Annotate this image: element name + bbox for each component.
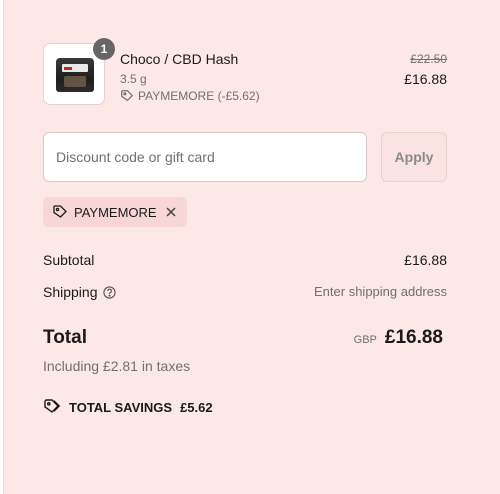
- tax-note: Including £2.81 in taxes: [43, 358, 191, 374]
- tags-icon: [44, 399, 61, 413]
- quantity-badge: 1: [93, 38, 115, 60]
- remove-discount-icon[interactable]: [164, 205, 178, 219]
- original-price: £22.50: [410, 52, 447, 66]
- total-value: £16.88: [384, 327, 443, 348]
- line-item: 1 Choco / CBD Hash 3.5 g PAYMEMORE (-£5.…: [43, 38, 447, 109]
- product-thumbnail: 1: [43, 38, 115, 105]
- applied-discount-code: PAYMEMORE: [74, 204, 157, 220]
- subtotal-row: Subtotal £16.88: [43, 252, 447, 268]
- subtotal-label: Subtotal: [43, 252, 95, 268]
- line-price: £16.88: [404, 71, 447, 87]
- total-amount: GBP £16.88: [354, 327, 443, 349]
- savings-label: TOTAL SAVINGS: [69, 399, 173, 415]
- currency-code: GBP: [353, 334, 377, 346]
- line-discount: PAYMEMORE (-£5.62): [120, 89, 260, 103]
- shipping-label: Shipping: [43, 284, 98, 300]
- total-savings: TOTAL SAVINGS £5.62: [43, 398, 213, 416]
- apply-button[interactable]: Apply: [381, 132, 447, 182]
- tag-icon: [121, 90, 134, 102]
- savings-value: £5.62: [180, 399, 213, 415]
- applied-discount-chip: PAYMEMORE: [43, 197, 187, 227]
- subtotal-value: £16.88: [404, 252, 447, 268]
- shipping-value: Enter shipping address: [314, 284, 447, 299]
- line-discount-label: PAYMEMORE (-£5.62): [138, 89, 260, 103]
- order-summary-panel: 1 Choco / CBD Hash 3.5 g PAYMEMORE (-£5.…: [3, 0, 500, 494]
- tag-icon: [53, 205, 67, 218]
- shipping-row: Shipping Enter shipping address: [43, 284, 447, 300]
- product-name: Choco / CBD Hash: [120, 51, 239, 67]
- product-image: [56, 58, 94, 92]
- help-icon[interactable]: [102, 286, 116, 299]
- total-label: Total: [43, 327, 87, 348]
- product-variant: 3.5 g: [120, 72, 147, 86]
- discount-code-input[interactable]: [43, 132, 367, 182]
